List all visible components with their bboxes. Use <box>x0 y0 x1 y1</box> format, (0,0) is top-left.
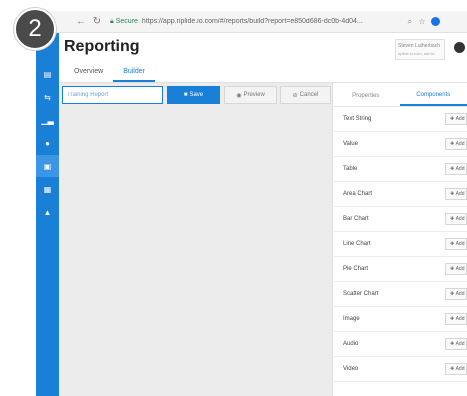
component-label: Scatter Chart <box>343 291 379 297</box>
browser-address-bar: ← ↻ 🔒︎ Secure https://app.riplide.io.com… <box>36 11 467 33</box>
add-image-button[interactable]: ✚ Add <box>445 313 467 325</box>
reload-icon[interactable]: ↻ <box>90 16 104 27</box>
tab-properties[interactable]: Properties <box>332 86 400 106</box>
add-bar-chart-button[interactable]: ✚ Add <box>445 213 467 225</box>
report-name-input[interactable] <box>62 86 163 104</box>
bookmark-star-icon[interactable]: ☆ <box>416 17 428 26</box>
secure-label: Secure <box>115 18 138 25</box>
component-row-image: Image ✚ Add <box>332 307 467 332</box>
add-value-button[interactable]: ✚ Add <box>445 138 467 150</box>
component-row-text-string: Text String ✚ Add <box>332 107 467 132</box>
sidebar-dashboard-icon[interactable]: ▤ <box>36 63 59 85</box>
component-label: Table <box>343 166 358 172</box>
sidebar-reports-icon[interactable]: ▣ <box>36 155 59 177</box>
component-label: Line Chart <box>343 241 371 247</box>
cancel-button[interactable]: ⊘ Cancel <box>280 86 331 104</box>
preview-button[interactable]: ◉ Preview <box>224 86 277 104</box>
component-row-pie-chart: Pie Chart ✚ Add <box>332 257 467 282</box>
sidebar-user-icon[interactable]: ▲ <box>36 201 59 223</box>
add-audio-button[interactable]: ✚ Add <box>445 338 467 350</box>
builder-canvas[interactable] <box>59 83 332 396</box>
component-row-audio: Audio ✚ Add <box>332 332 467 357</box>
save-button[interactable]: ■ Save <box>167 86 220 104</box>
app-window: 2 ← ↻ 🔒︎ Secure https://app.riplide.io.c… <box>0 0 467 396</box>
user-name: Steven Lutherbach <box>398 43 440 49</box>
component-label: Value <box>343 141 358 147</box>
component-row-video: Video ✚ Add <box>332 357 467 382</box>
component-label: Pie Chart <box>343 266 369 272</box>
preview-label: Preview <box>243 92 265 98</box>
search-icon[interactable]: ⌕ <box>404 17 416 27</box>
url-field[interactable]: https://app.riplide.io.com/#/reports/bui… <box>142 18 404 25</box>
add-area-chart-button[interactable]: ✚ Add <box>445 188 467 200</box>
add-line-chart-button[interactable]: ✚ Add <box>445 238 467 250</box>
avatar[interactable] <box>454 42 465 53</box>
component-label: Area Chart <box>343 191 373 197</box>
add-pie-chart-button[interactable]: ✚ Add <box>445 263 467 275</box>
tab-overview[interactable]: Overview <box>64 64 113 82</box>
component-label: Audio <box>343 341 359 347</box>
page-tabs: Overview Builder <box>64 64 155 82</box>
sidebar-circle-icon[interactable]: ● <box>36 132 59 154</box>
eye-icon: ◉ <box>236 92 242 99</box>
cancel-icon: ⊘ <box>292 92 298 99</box>
user-subtitle: riplide.io.com, admin <box>398 51 435 56</box>
component-row-area-chart: Area Chart ✚ Add <box>332 182 467 207</box>
tab-builder[interactable]: Builder <box>113 64 155 82</box>
step-badge: 2 <box>14 8 56 50</box>
sidebar-chart-icon[interactable]: ▁▃ <box>36 109 59 131</box>
lock-icon: 🔒︎ <box>110 17 114 25</box>
tab-components[interactable]: Components <box>399 86 467 106</box>
component-row-line-chart: Line Chart ✚ Add <box>332 232 467 257</box>
sidebar-grid-icon[interactable]: ▦ <box>36 178 59 200</box>
page-title: Reporting <box>64 38 140 55</box>
component-label: Bar Chart <box>343 216 369 222</box>
cancel-label: Cancel <box>299 92 319 98</box>
add-text-string-button[interactable]: ✚ Add <box>445 113 467 125</box>
save-icon: ■ <box>183 92 188 98</box>
component-row-value: Value ✚ Add <box>332 132 467 157</box>
user-menu[interactable]: Steven Lutherbach riplide.io.com, admin <box>395 39 445 60</box>
add-table-button[interactable]: ✚ Add <box>445 163 467 175</box>
component-label: Text String <box>343 116 372 122</box>
secure-indicator: 🔒︎ Secure <box>110 18 138 26</box>
component-row-table: Table ✚ Add <box>332 157 467 182</box>
component-label: Image <box>343 316 360 322</box>
component-row-bar-chart: Bar Chart ✚ Add <box>332 207 467 232</box>
panel-tabs: Properties Components <box>332 86 467 106</box>
back-arrow-icon[interactable]: ← <box>74 16 88 27</box>
save-label: Save <box>189 92 204 98</box>
add-video-button[interactable]: ✚ Add <box>445 363 467 375</box>
sidebar: ▤ ⇆ ▁▃ ● ▣ ▦ ▲ <box>36 33 59 396</box>
extension-icon[interactable] <box>430 17 440 26</box>
add-scatter-chart-button[interactable]: ✚ Add <box>445 288 467 300</box>
sidebar-share-icon[interactable]: ⇆ <box>36 86 59 108</box>
component-row-scatter-chart: Scatter Chart ✚ Add <box>332 282 467 307</box>
component-label: Video <box>343 366 359 372</box>
